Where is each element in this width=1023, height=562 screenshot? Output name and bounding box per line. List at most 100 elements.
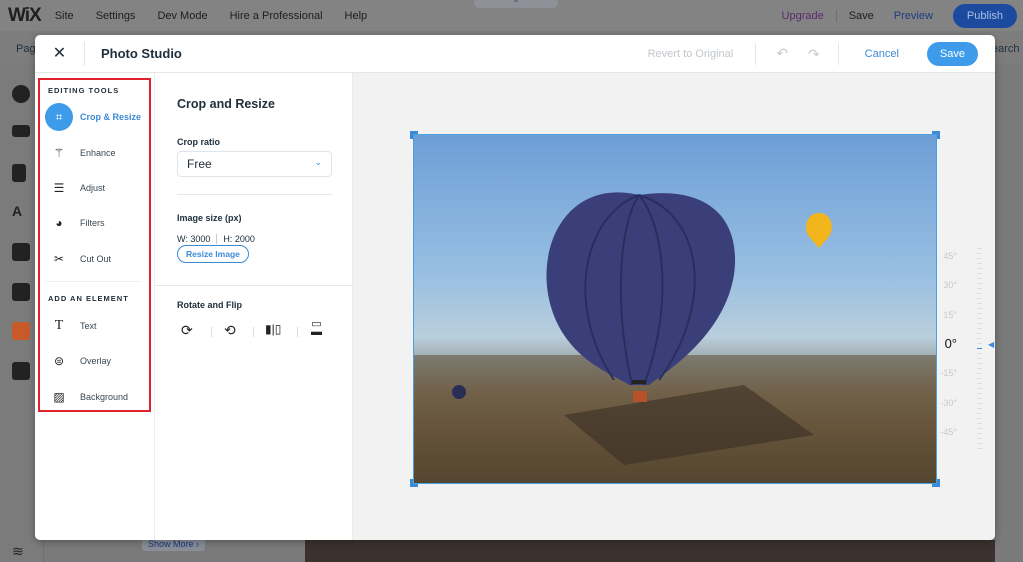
sections-icon[interactable]	[12, 125, 30, 137]
dialog-title: Photo Studio	[101, 46, 182, 61]
rotate-right-icon[interactable]: ⟳	[181, 322, 193, 339]
ruler-tick	[977, 428, 982, 429]
crop-handle-tr[interactable]	[932, 131, 940, 139]
crop-icon: ⌗	[45, 103, 73, 131]
tool-label: Background	[80, 392, 129, 402]
save-button[interactable]: Save	[926, 41, 978, 66]
tool-label: Filters	[80, 218, 105, 228]
ruler-tick	[977, 413, 982, 414]
ruler-tick	[977, 333, 982, 334]
close-icon[interactable]: ✕	[35, 41, 85, 66]
cms-icon[interactable]	[12, 362, 30, 380]
undo-icon[interactable]: ↶	[776, 45, 788, 62]
preview-button[interactable]: Preview	[894, 10, 933, 22]
editor-save-button[interactable]: Save	[849, 10, 874, 22]
ruler-tick	[977, 368, 982, 369]
menu-help[interactable]: Help	[345, 10, 368, 22]
business-icon[interactable]	[12, 283, 30, 301]
crop-ratio-dropdown[interactable]: Free ⌄	[177, 151, 332, 177]
tool-label: Cut Out	[80, 254, 112, 264]
ruler-tick	[977, 288, 982, 289]
image-canvas: 45° 30° 15° 0° -15° -30° -45° ◀	[353, 73, 995, 540]
tool-overlay[interactable]: ⊜ Overlay	[45, 347, 150, 375]
ruler-tick	[977, 278, 982, 279]
pages-icon[interactable]	[12, 164, 26, 182]
divider	[155, 285, 353, 286]
ruler-tick	[977, 258, 982, 259]
ruler-tick	[977, 398, 982, 399]
wix-logo: WiX	[8, 4, 42, 26]
tool-label: Overlay	[80, 356, 112, 366]
menu-settings[interactable]: Settings	[96, 10, 136, 22]
layers-icon[interactable]: ≋	[12, 543, 30, 561]
editing-tools-heading: EDITING TOOLS	[48, 86, 120, 95]
cancel-button[interactable]: Cancel	[865, 48, 899, 60]
tool-text[interactable]: T Text	[45, 312, 150, 340]
menu-site[interactable]: Site	[55, 10, 74, 22]
ruler-tick	[977, 443, 982, 444]
image-width: W: 3000	[177, 234, 211, 244]
tool-filters[interactable]: ◕ Filters	[45, 209, 150, 237]
add-element-heading: ADD AN ELEMENT	[48, 294, 129, 303]
ruler-tick	[977, 313, 982, 314]
ruler-tick	[977, 373, 982, 374]
overlay-icon: ⊜	[53, 354, 65, 368]
tool-label: Crop & Resize	[80, 112, 142, 122]
tool-cut-out[interactable]: ✂ Cut Out	[45, 245, 150, 273]
revert-to-original-button[interactable]: Revert to Original	[648, 42, 757, 65]
redo-icon[interactable]: ↷	[808, 42, 839, 65]
crop-handle-tl[interactable]	[410, 131, 418, 139]
theme-icon[interactable]: A	[12, 203, 30, 221]
chevron-down-icon: ⌄	[314, 157, 322, 167]
tool-adjust[interactable]: ☰ Adjust	[45, 174, 150, 202]
ruler-tick	[977, 338, 982, 339]
ruler-label: 45°	[943, 251, 957, 261]
ruler-tick	[977, 323, 982, 324]
photo-studio-dialog: ✕ Photo Studio Revert to Original ↶ ↷ Ca…	[35, 35, 995, 540]
pages-label[interactable]: Pag	[16, 43, 36, 55]
ruler-tick	[977, 343, 982, 344]
flip-vertical-icon[interactable]: ▭ ▬	[311, 319, 322, 338]
ruler-tick	[977, 448, 982, 449]
ruler-tick	[977, 273, 982, 274]
ruler-label: -30°	[940, 398, 957, 408]
publish-button[interactable]: Publish	[952, 3, 1017, 28]
ruler-tick	[977, 293, 982, 294]
ruler-tick	[977, 253, 982, 254]
menu-dev-mode[interactable]: Dev Mode	[157, 10, 207, 22]
media-icon[interactable]	[12, 322, 30, 340]
ruler-tick	[977, 298, 982, 299]
ruler-tick	[977, 418, 982, 419]
add-icon[interactable]	[12, 85, 30, 103]
ruler-tick	[977, 348, 982, 349]
tools-sidebar: EDITING TOOLS ⌗ Crop & Resize ⚚ Enhance ☰ A…	[35, 73, 155, 540]
tool-background[interactable]: ▨ Background	[45, 383, 150, 411]
crop-handle-bl[interactable]	[410, 479, 418, 487]
image-size-label: Image size (px)	[177, 213, 242, 223]
balloon-photo[interactable]	[413, 134, 937, 484]
tool-crop-resize[interactable]: ⌗ Crop & Resize	[45, 103, 150, 131]
image-dimensions: W: 3000 H: 2000	[177, 234, 255, 244]
rotation-ruler[interactable]: 45° 30° 15° 0° -15° -30° -45° ◀	[933, 248, 995, 449]
menu-hire-professional[interactable]: Hire a Professional	[230, 10, 323, 22]
ruler-tick	[977, 363, 982, 364]
search-label[interactable]: earch	[992, 43, 1020, 55]
ruler-tick	[977, 403, 982, 404]
ruler-tick	[977, 358, 982, 359]
flip-horizontal-icon[interactable]: ▮|▯	[265, 322, 281, 336]
collapse-handle[interactable]: ^	[474, 0, 558, 8]
resize-image-button[interactable]: Resize Image	[177, 245, 249, 263]
ruler-current-value: 0°	[944, 336, 957, 351]
crop-handle-br[interactable]	[932, 479, 940, 487]
tool-label: Text	[80, 321, 97, 331]
ruler-tick	[977, 353, 982, 354]
apps-icon[interactable]	[12, 243, 30, 261]
ruler-tick	[977, 283, 982, 284]
ruler-pointer-icon: ◀	[988, 340, 995, 349]
rotate-left-icon[interactable]: ⟲	[224, 322, 236, 339]
ruler-tick	[977, 308, 982, 309]
upgrade-link[interactable]: Upgrade	[782, 9, 837, 22]
ruler-tick	[977, 433, 982, 434]
tool-label: Enhance	[80, 148, 116, 158]
tool-enhance[interactable]: ⚚ Enhance	[45, 139, 150, 167]
